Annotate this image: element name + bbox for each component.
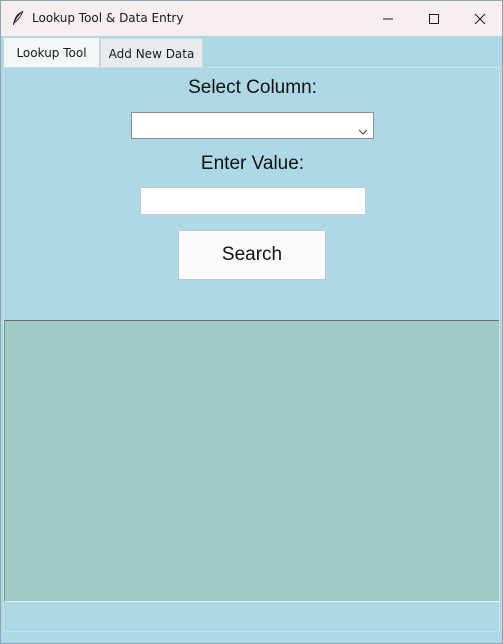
close-icon [474, 13, 486, 24]
column-dropdown[interactable] [131, 112, 374, 139]
window-title: Lookup Tool & Data Entry [32, 11, 184, 25]
close-button[interactable] [457, 1, 502, 36]
minimize-button[interactable] [365, 1, 411, 36]
title-bar[interactable]: Lookup Tool & Data Entry [1, 1, 502, 36]
search-button[interactable]: Search [178, 230, 326, 280]
maximize-button[interactable] [411, 1, 457, 36]
results-area [4, 320, 499, 602]
lookup-tool-panel: Select Column: Enter Value: Search [3, 67, 500, 632]
tab-lookup-tool[interactable]: Lookup Tool [3, 37, 100, 68]
app-window: Lookup Tool & Data Entry Lookup Tool Add… [0, 0, 503, 644]
chevron-down-icon [358, 121, 368, 140]
enter-value-label: Enter Value: [200, 153, 305, 174]
minimize-icon [383, 18, 393, 19]
select-column-label: Select Column: [188, 77, 317, 98]
tab-strip: Lookup Tool Add New Data [1, 36, 502, 68]
maximize-icon [429, 13, 439, 24]
tab-add-new-data[interactable]: Add New Data [100, 38, 203, 67]
feather-icon [11, 10, 25, 26]
value-input[interactable] [140, 187, 366, 215]
